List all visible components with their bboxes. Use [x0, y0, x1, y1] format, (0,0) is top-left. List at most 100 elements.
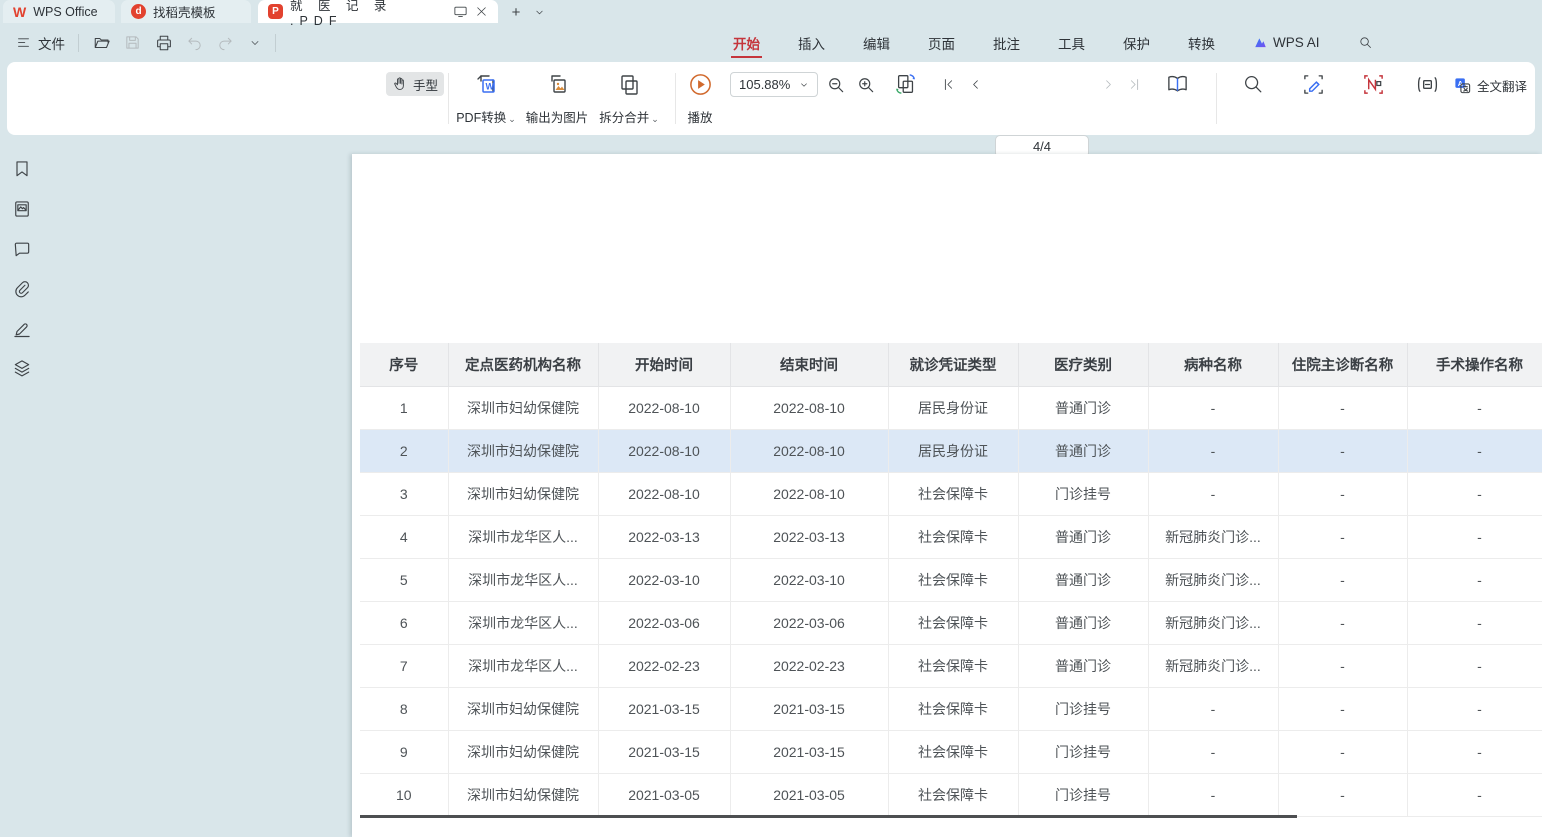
col-header: 手术操作名称 — [1407, 343, 1542, 386]
tab-home[interactable]: 开始 — [731, 24, 762, 62]
table-cell: - — [1148, 773, 1278, 816]
more-commands-chevron-icon[interactable] — [245, 33, 264, 52]
last-page-icon — [1127, 77, 1142, 92]
tab-annotate[interactable]: 批注 — [991, 24, 1022, 62]
table-cell: 普通门诊 — [1018, 644, 1148, 687]
wps-ai-label: WPS AI — [1273, 35, 1320, 50]
bookmarks-panel-button[interactable] — [12, 159, 32, 179]
hand-tool-button[interactable]: 手型 — [386, 72, 444, 96]
table-cell: - — [1148, 429, 1278, 472]
full-translate-label: 全文翻译 — [1477, 76, 1527, 95]
tab-wps-office[interactable]: W WPS Office — [3, 0, 115, 23]
table-cell: 深圳市龙华区人... — [448, 601, 598, 644]
table-header-row: 序号 定点医药机构名称 开始时间 结束时间 就诊凭证类型 医疗类别 病种名称 住… — [360, 343, 1542, 386]
thumbnails-panel-button[interactable] — [12, 199, 32, 219]
next-page-icon — [1101, 77, 1116, 92]
table-row: 2深圳市妇幼保健院2022-08-102022-08-10居民身份证普通门诊--… — [360, 429, 1542, 472]
menu-search-icon[interactable] — [1356, 26, 1375, 59]
screenshot-compare-icon-button[interactable] — [1360, 71, 1386, 97]
col-header: 序号 — [360, 343, 448, 386]
table-cell: 深圳市妇幼保健院 — [448, 730, 598, 773]
divider — [1216, 73, 1217, 124]
medical-records-table: 序号 定点医药机构名称 开始时间 结束时间 就诊凭证类型 医疗类别 病种名称 住… — [360, 343, 1542, 817]
previous-page-button[interactable] — [964, 71, 986, 97]
table-cell: 社会保障卡 — [888, 558, 1018, 601]
table-cell: 普通门诊 — [1018, 601, 1148, 644]
new-tab-button[interactable]: + — [506, 2, 526, 22]
document-page[interactable]: 序号 定点医药机构名称 开始时间 结束时间 就诊凭证类型 医疗类别 病种名称 住… — [352, 154, 1542, 837]
full-translate-button[interactable]: A 全文翻译 — [1453, 76, 1527, 95]
zoom-value: 105.88% — [739, 77, 790, 92]
tab-tools[interactable]: 工具 — [1056, 24, 1087, 62]
bookmark-icon — [12, 159, 32, 179]
first-page-button[interactable] — [937, 71, 959, 97]
comments-panel-button[interactable] — [12, 239, 32, 259]
search-icon — [1242, 73, 1264, 95]
table-cell: 2021-03-15 — [598, 730, 730, 773]
divider — [275, 34, 276, 52]
monitor-icon[interactable] — [453, 4, 468, 19]
tab-list-chevron-icon[interactable] — [529, 2, 549, 22]
table-cell: - — [1407, 429, 1542, 472]
table-cell: 深圳市龙华区人... — [448, 644, 598, 687]
find-replace-icon-button[interactable] — [1240, 71, 1266, 97]
table-row: 6深圳市龙华区人...2022-03-062022-03-06社会保障卡普通门诊… — [360, 601, 1542, 644]
pdf-convert-button[interactable]: W PDF转换⌄ — [453, 70, 519, 128]
col-header: 结束时间 — [730, 343, 888, 386]
print-icon[interactable] — [154, 33, 173, 52]
close-icon[interactable] — [475, 5, 488, 18]
save-icon[interactable] — [123, 33, 142, 52]
rotate-pages-button[interactable] — [893, 71, 919, 97]
signature-panel-button[interactable] — [12, 319, 32, 339]
table-cell: 新冠肺炎门诊... — [1148, 644, 1278, 687]
split-merge-button[interactable]: 拆分合并⌄ — [596, 70, 662, 128]
compress-icon-button[interactable] — [1414, 71, 1440, 97]
edit-content-icon-button[interactable] — [1300, 71, 1326, 97]
split-merge-icon — [616, 72, 642, 98]
undo-icon[interactable] — [185, 33, 204, 52]
zoom-in-button[interactable] — [853, 72, 879, 98]
svg-text:W: W — [486, 82, 495, 92]
attachments-panel-button[interactable] — [12, 279, 32, 299]
page-indicator: 4/4 — [1033, 139, 1051, 154]
tab-docer-template[interactable]: d 找稻壳模板 — [121, 0, 251, 23]
tab-edit[interactable]: 编辑 — [861, 24, 892, 62]
table-row: 10深圳市妇幼保健院2021-03-052021-03-05社会保障卡门诊挂号-… — [360, 773, 1542, 816]
paperclip-icon — [12, 279, 32, 299]
table-cell: 2021-03-15 — [730, 687, 888, 730]
table-cell: 门诊挂号 — [1018, 730, 1148, 773]
table-cell: 2021-03-15 — [598, 687, 730, 730]
layers-panel-button[interactable] — [12, 358, 32, 378]
tab-convert[interactable]: 转换 — [1186, 24, 1217, 62]
table-cell: 2022-02-23 — [730, 644, 888, 687]
table-cell: 深圳市妇幼保健院 — [448, 687, 598, 730]
tab-page[interactable]: 页面 — [926, 24, 957, 62]
table-cell: 7 — [360, 644, 448, 687]
table-row: 8深圳市妇幼保健院2021-03-152021-03-15社会保障卡门诊挂号--… — [360, 687, 1542, 730]
redo-icon[interactable] — [216, 33, 235, 52]
table-cell: - — [1278, 472, 1407, 515]
hand-icon — [392, 76, 408, 92]
open-folder-icon[interactable] — [92, 33, 111, 52]
tab-document-pdf[interactable]: P 就 医 记 录 .PDF — [258, 0, 498, 23]
screenshot-compare-icon — [1362, 73, 1385, 96]
table-cell: - — [1278, 515, 1407, 558]
tab-protect[interactable]: 保护 — [1121, 24, 1152, 62]
table-cell: 普通门诊 — [1018, 558, 1148, 601]
wps-ai-button[interactable]: WPS AI — [1251, 26, 1322, 59]
play-button[interactable]: 播放 — [679, 70, 721, 128]
horizontal-scrollbar[interactable] — [360, 815, 1297, 818]
read-mode-icon-button[interactable] — [1164, 70, 1190, 96]
tab-insert[interactable]: 插入 — [796, 24, 827, 62]
zoom-level-select[interactable]: 105.88% — [730, 72, 818, 97]
export-image-button[interactable]: 输出为图片 — [520, 70, 594, 128]
last-page-button[interactable] — [1123, 71, 1145, 97]
table-row: 1深圳市妇幼保健院2022-08-102022-08-10居民身份证普通门诊--… — [360, 386, 1542, 429]
table-cell: 门诊挂号 — [1018, 687, 1148, 730]
file-menu-label: 文件 — [38, 33, 65, 53]
table-cell: 2022-03-13 — [598, 515, 730, 558]
file-menu-button[interactable]: 文件 — [8, 29, 71, 57]
next-page-button[interactable] — [1097, 71, 1119, 97]
table-cell: - — [1278, 558, 1407, 601]
zoom-out-button[interactable] — [823, 72, 849, 98]
